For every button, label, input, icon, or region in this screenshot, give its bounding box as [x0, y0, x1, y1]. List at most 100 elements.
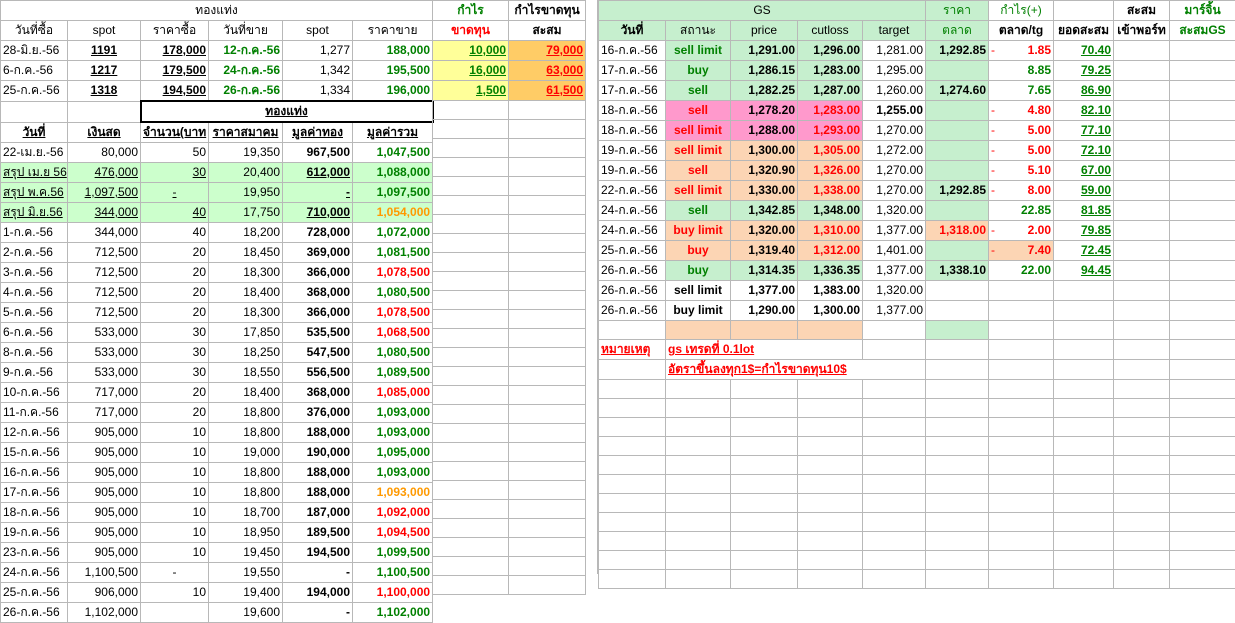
gs-cutloss[interactable]: 1,283.00: [798, 101, 863, 121]
price-cell[interactable]: 18,800: [209, 403, 283, 423]
empty[interactable]: [1170, 201, 1235, 221]
total-value-cell[interactable]: 1,054,000: [353, 203, 433, 223]
price-cell[interactable]: 18,250: [209, 343, 283, 363]
trade-cell[interactable]: 26-ก.ค.-56: [209, 81, 283, 102]
empty-cell[interactable]: [509, 386, 586, 405]
gs-target[interactable]: 1,281.00: [863, 41, 926, 61]
total-value-cell[interactable]: 1,080,500: [353, 283, 433, 303]
trade-col-header[interactable]: ราคาขาย: [353, 21, 433, 41]
empty-cell[interactable]: [509, 500, 586, 519]
cash-cell[interactable]: 1,102,000: [68, 603, 141, 623]
empty-cell[interactable]: [433, 329, 509, 348]
empty[interactable]: [1114, 161, 1170, 181]
date-cell[interactable]: สรุป มิ.ย.56: [1, 203, 68, 223]
empty-cell[interactable]: [1054, 513, 1114, 532]
empty[interactable]: [731, 321, 798, 340]
date-cell[interactable]: 8-ก.ค.-56: [1, 343, 68, 363]
empty-cell[interactable]: [926, 437, 989, 456]
qty-cell[interactable]: 50: [141, 143, 209, 163]
total-value-cell[interactable]: 1,081,500: [353, 243, 433, 263]
trade-cell[interactable]: 25-ก.ค.-56: [1, 81, 68, 102]
qty-cell[interactable]: 20: [141, 403, 209, 423]
price-cell[interactable]: 18,800: [209, 483, 283, 503]
empty[interactable]: [1114, 181, 1170, 201]
empty-cell[interactable]: [666, 570, 731, 589]
gs-cutloss[interactable]: 1,293.00: [798, 121, 863, 141]
gs-status[interactable]: sell: [666, 201, 731, 221]
qty-cell[interactable]: 10: [141, 583, 209, 603]
cumulative-cell[interactable]: 63,000: [509, 61, 586, 81]
date-cell[interactable]: 11-ก.ค.-56: [1, 403, 68, 423]
empty-cell[interactable]: [989, 418, 1054, 437]
col-header[interactable]: มูลค่ารวม: [353, 122, 433, 143]
qty-cell[interactable]: 40: [141, 203, 209, 223]
gs-target[interactable]: 1,320.00: [863, 201, 926, 221]
empty[interactable]: [1114, 281, 1170, 301]
trade-cell[interactable]: 1318: [68, 81, 141, 102]
gs-date[interactable]: 17-ก.ค.-56: [599, 61, 666, 81]
empty[interactable]: [1114, 121, 1170, 141]
empty-cell[interactable]: [509, 557, 586, 576]
empty-cell[interactable]: [731, 437, 798, 456]
empty-cell[interactable]: [731, 456, 798, 475]
gs-market[interactable]: [926, 241, 989, 261]
total-value-cell[interactable]: 1,085,000: [353, 383, 433, 403]
gs-market[interactable]: [926, 61, 989, 81]
empty[interactable]: [1170, 241, 1235, 261]
qty-cell[interactable]: 20: [141, 243, 209, 263]
col-header[interactable]: ราคาสมาคม: [209, 122, 283, 143]
gs-target[interactable]: 1,295.00: [863, 61, 926, 81]
empty[interactable]: [1170, 281, 1235, 301]
empty[interactable]: [989, 360, 1054, 380]
empty-cell[interactable]: [509, 234, 586, 253]
empty[interactable]: [1170, 141, 1235, 161]
gs-cutloss[interactable]: 1,310.00: [798, 221, 863, 241]
gs-market[interactable]: 1,338.10: [926, 261, 989, 281]
empty[interactable]: [1114, 201, 1170, 221]
empty[interactable]: [926, 340, 989, 360]
empty-cell[interactable]: [798, 418, 863, 437]
gs-date[interactable]: 26-ก.ค.-56: [599, 261, 666, 281]
total-value-cell[interactable]: 1,093,000: [353, 483, 433, 503]
cash-cell[interactable]: 905,000: [68, 423, 141, 443]
empty[interactable]: [1170, 61, 1235, 81]
gs-market[interactable]: [926, 201, 989, 221]
gs-status[interactable]: buy: [666, 261, 731, 281]
gold-value-cell[interactable]: 366,000: [283, 263, 353, 283]
gs-col-header[interactable]: price: [731, 21, 798, 41]
date-cell[interactable]: 5-ก.ค.-56: [1, 303, 68, 323]
empty-cell[interactable]: [599, 456, 666, 475]
gs-col-header[interactable]: เข้าพอร์ท: [1114, 21, 1170, 41]
price-cell[interactable]: 18,800: [209, 423, 283, 443]
total-value-cell[interactable]: 1,093,000: [353, 403, 433, 423]
trade-col-header[interactable]: วันที่ขาย: [209, 21, 283, 41]
gs-profit[interactable]: -4.80: [989, 101, 1054, 121]
empty-cell[interactable]: [989, 456, 1054, 475]
gold-value-cell[interactable]: -: [283, 563, 353, 583]
gs-status[interactable]: buy limit: [666, 301, 731, 321]
empty-cell[interactable]: [433, 500, 509, 519]
empty-cell[interactable]: [989, 437, 1054, 456]
empty-cell[interactable]: [666, 399, 731, 418]
date-cell[interactable]: 25-ก.ค.-56: [1, 583, 68, 603]
gs-cum[interactable]: 72.10: [1054, 141, 1114, 161]
gs-date[interactable]: 16-ก.ค.-56: [599, 41, 666, 61]
gs-date[interactable]: 26-ก.ค.-56: [599, 301, 666, 321]
gs-profit[interactable]: -2.00: [989, 221, 1054, 241]
gs-profit[interactable]: -5.00: [989, 121, 1054, 141]
empty-cell[interactable]: [1170, 418, 1235, 437]
price-cell[interactable]: 19,950: [209, 183, 283, 203]
empty-cell[interactable]: [1054, 494, 1114, 513]
gold-value-cell[interactable]: -: [283, 183, 353, 203]
empty-cell[interactable]: [798, 532, 863, 551]
empty[interactable]: [1170, 340, 1235, 360]
empty-cell[interactable]: [433, 519, 509, 538]
cash-cell[interactable]: 533,000: [68, 343, 141, 363]
gs-cum[interactable]: 79.85: [1054, 221, 1114, 241]
gs-profit[interactable]: -1.85: [989, 41, 1054, 61]
empty-cell[interactable]: [599, 475, 666, 494]
price-header[interactable]: ราคา: [926, 1, 989, 21]
empty-cell[interactable]: [509, 481, 586, 500]
trade-cell[interactable]: 195,500: [353, 61, 433, 81]
gs-profit[interactable]: -7.40: [989, 241, 1054, 261]
